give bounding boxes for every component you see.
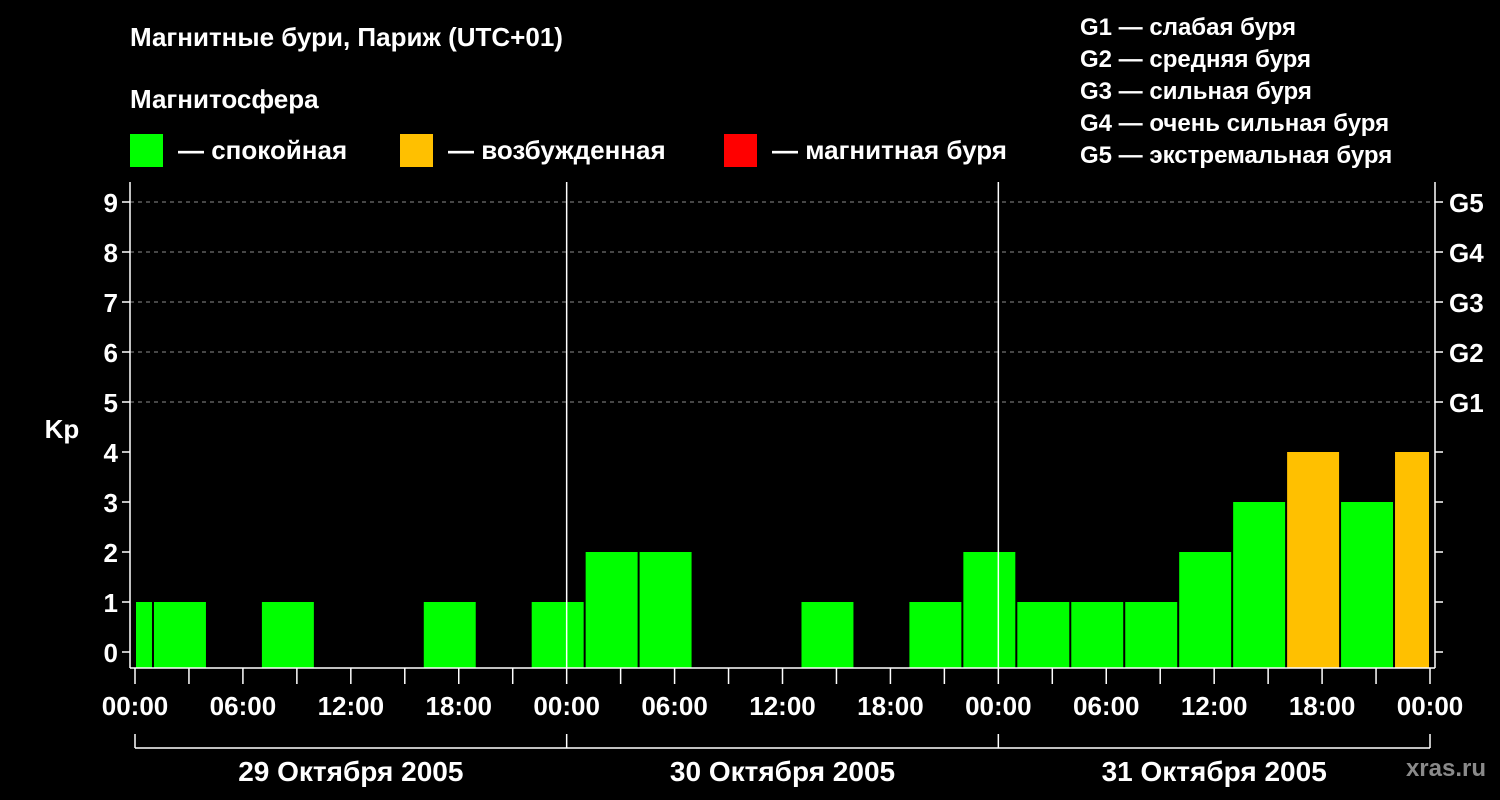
kp-bar: [1017, 602, 1070, 668]
x-tick-label: 18:00: [1289, 691, 1356, 721]
g-level-label: G5: [1449, 188, 1484, 218]
kp-bar-chart: 0 1 2 3 4 5 6 7 8 9 G1 G2 G3 G4 G5 Kp 00:00 06:00 12:00 18:…: [45, 182, 1484, 787]
g-level-label: G3: [1449, 288, 1484, 318]
kp-bar: [639, 552, 692, 668]
kp-bar: [585, 552, 638, 668]
y-tick-label: 8: [104, 238, 118, 268]
day-label: 30 Октября 2005: [670, 756, 895, 787]
y-tick-label: 6: [104, 338, 118, 368]
g-level-label: G4: [1449, 238, 1484, 268]
x-tick-label: 12:00: [1181, 691, 1248, 721]
x-tick-label: 00:00: [533, 691, 600, 721]
x-tick-label: 06:00: [1073, 691, 1140, 721]
kp-bar: [1071, 602, 1124, 668]
y-tick-label: 0: [104, 638, 118, 668]
kp-bar: [1125, 602, 1178, 668]
y-tick-label: 4: [104, 438, 119, 468]
x-tick-label: 06:00: [210, 691, 277, 721]
kp-bar: [801, 602, 854, 668]
kp-bar: [531, 602, 584, 668]
y-tick-label: 2: [104, 538, 118, 568]
kp-bar: [1233, 502, 1286, 668]
y-tick-label: 5: [104, 388, 118, 418]
day-label: 29 Октября 2005: [238, 756, 463, 787]
x-tick-label: 00:00: [1397, 691, 1464, 721]
x-tick-label: 12:00: [749, 691, 816, 721]
y-tick-label: 7: [104, 288, 118, 318]
y-tick-label: 9: [104, 188, 118, 218]
x-tick-label: 00:00: [965, 691, 1032, 721]
x-tick-label: 12:00: [318, 691, 385, 721]
y-axis-label: Kp: [45, 414, 80, 444]
kp-bar: [963, 552, 1016, 668]
x-tick-label: 06:00: [641, 691, 708, 721]
kp-bar: [423, 602, 476, 668]
watermark: xras.ru: [1405, 755, 1486, 782]
x-tick-label: 00:00: [102, 691, 169, 721]
x-tick-label: 18:00: [426, 691, 493, 721]
kp-bar: [1341, 502, 1394, 668]
kp-bar: [1179, 552, 1232, 668]
kp-bar: [1395, 452, 1429, 668]
kp-bar: [909, 602, 962, 668]
kp-bar: [261, 602, 314, 668]
kp-bar: [153, 602, 206, 668]
kp-bar: [136, 602, 152, 668]
g-level-label: G1: [1449, 388, 1484, 418]
kp-bar: [1287, 452, 1340, 668]
x-tick-label: 18:00: [857, 691, 924, 721]
y-tick-label: 3: [104, 488, 118, 518]
y-tick-label: 1: [104, 588, 118, 618]
day-label: 31 Октября 2005: [1102, 756, 1327, 787]
g-level-label: G2: [1449, 338, 1484, 368]
